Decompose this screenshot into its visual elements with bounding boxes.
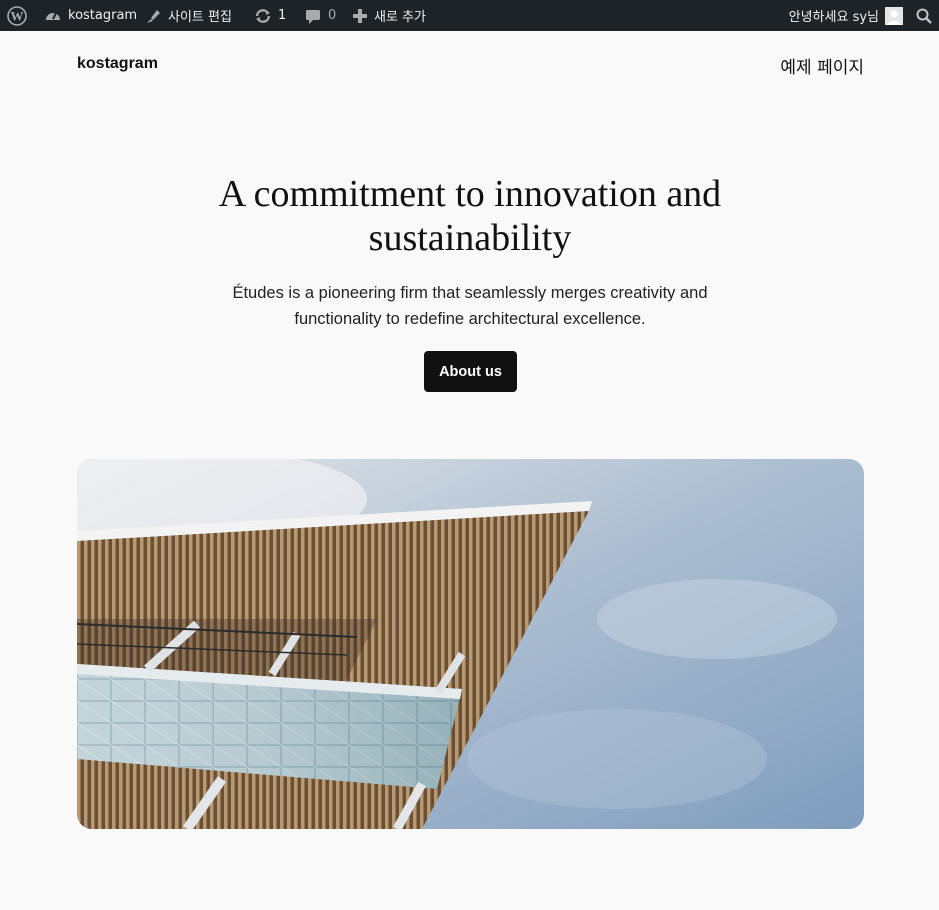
edit-site-link[interactable]: 사이트 편집 [144,0,232,31]
new-content-link[interactable]: 새로 추가 [352,0,426,31]
refresh-icon [254,7,272,25]
hero-heading-line1: A commitment to innovation and [218,173,722,215]
search-button[interactable] [915,0,933,31]
site-name-link[interactable]: kostagram [44,0,137,31]
comments-link[interactable]: 0 [304,0,336,31]
hero-heading: A commitment to innovation and sustainab… [120,172,820,260]
comment-bubble-icon [304,7,322,25]
brush-icon [144,7,162,25]
about-us-button[interactable]: About us [424,351,517,392]
wordpress-menu[interactable]: W [7,0,27,31]
svg-text:W: W [11,8,24,23]
comments-count: 0 [328,8,337,23]
dashboard-icon [44,7,62,25]
site-title[interactable]: kostagram [77,55,158,73]
nav-sample-page[interactable]: 예제 페이지 [780,53,864,78]
plus-icon [352,8,368,24]
user-avatar-icon [885,6,903,25]
hero-subtext-line2: functionality to redefine architectural … [294,310,646,328]
account-menu[interactable]: 안녕하세요 sy님 [789,0,903,31]
edit-site-label: 사이트 편집 [168,10,232,25]
hero-heading-line2: sustainability [368,217,572,259]
admin-bar: W kostagram 사이트 편집 1 0 새로 추가 안녕하세요 sy님 [0,0,939,31]
greeting-text: 안녕하세요 sy님 [788,10,879,25]
hero-image [77,459,864,829]
hero-subtext-line1: Études is a pioneering firm that seamles… [232,284,708,302]
wordpress-logo-icon: W [7,5,27,26]
search-icon [915,7,933,25]
new-label: 새로 추가 [374,10,426,25]
hero-subtext: Études is a pioneering firm that seamles… [170,280,770,332]
updates-count: 1 [278,8,287,23]
updates-link[interactable]: 1 [254,0,286,31]
admin-site-name: kostagram [68,8,138,23]
